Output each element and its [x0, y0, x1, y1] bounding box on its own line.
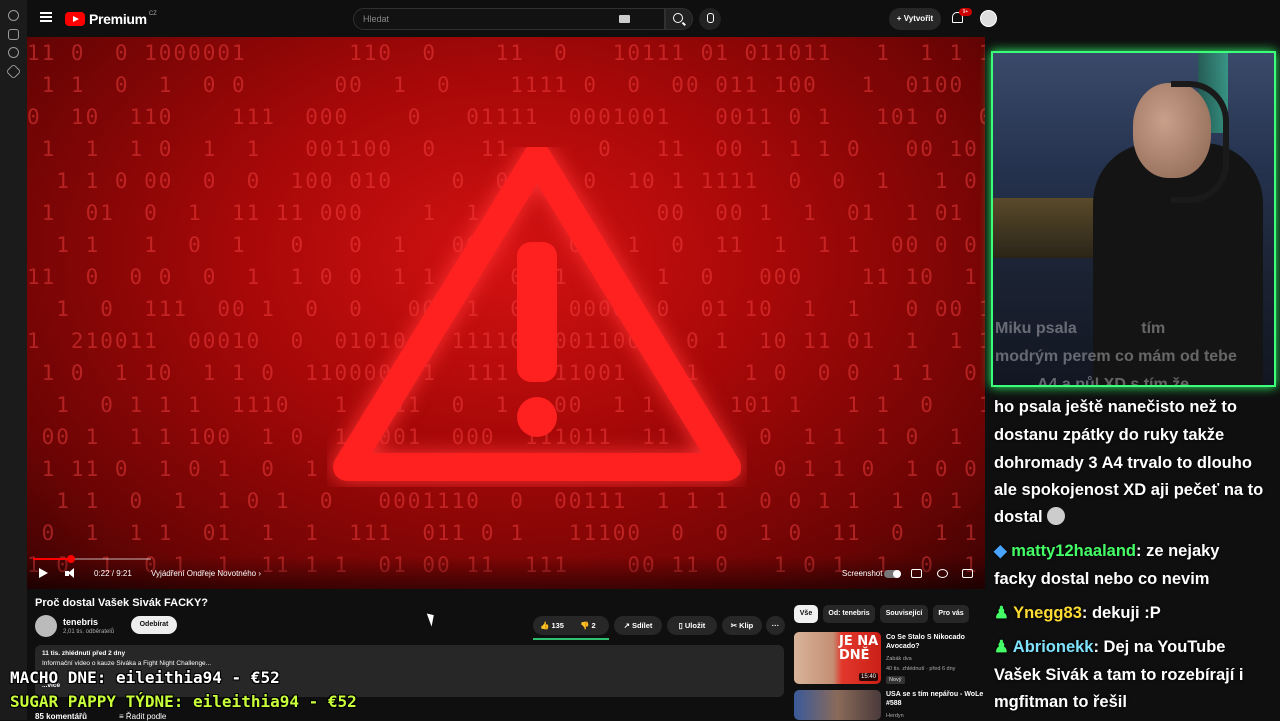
related-meta: 40 tis. zhlédnutí · před 6 dny [886, 666, 956, 672]
mouse-cursor [426, 611, 438, 627]
clip-label: Klip [739, 621, 754, 630]
dislike-count: 2 [591, 621, 596, 630]
avatar[interactable] [980, 10, 997, 27]
channel-avatar[interactable] [35, 615, 57, 637]
related-thumbnail[interactable]: JE NA DNĚ 15:40 [794, 632, 881, 684]
video-duration: 15:40 [858, 673, 878, 681]
save-button[interactable]: ▯ Uložit [667, 616, 717, 635]
chapter-button[interactable]: Vyjádření Ondřeje Novotného › [151, 569, 261, 578]
sugar-pappy-overlay: SUGAR PAPPY TÝDNE: eileithia94 - €52 [10, 692, 357, 711]
channel-subscribers: 2,01 tis. odběratelů [63, 629, 115, 635]
related-title[interactable]: USA se s tím nepářou - WoLe #588 [886, 690, 986, 708]
webcam-caption: Miku psala [995, 320, 1077, 337]
youtube-play-icon [65, 12, 85, 26]
like-dislike-group: 👍 135 👎 2 [533, 616, 609, 635]
youtube-logo[interactable]: Premium CZ [65, 11, 157, 27]
progress-scrubber[interactable] [67, 555, 75, 563]
more-actions-button[interactable]: ··· [766, 616, 785, 635]
star-icon[interactable] [5, 63, 22, 80]
badge-icon: ♟ [994, 638, 1009, 656]
chat-message: ◆ matty12haaland: ze nejaky [994, 537, 1219, 565]
chat-message: ♟ Abrionekk: Dej na YouTube [994, 633, 1225, 661]
webcam-caption: A4 a půl XD s tím že [1037, 376, 1190, 387]
webcam-caption: modrým perem co mám od tebe [995, 348, 1237, 365]
related-channel: Zabák dva [886, 656, 912, 662]
description-stats: 11 tis. zhlédnutí před 2 dny [42, 650, 126, 657]
warning-icon [333, 147, 741, 481]
badge-icon: ♟ [994, 604, 1009, 622]
chat-text: : dekuji :P [1081, 604, 1161, 622]
chip-related[interactable]: Související [880, 605, 928, 623]
chat-line: Vašek Sivák a tam to rozebírají i [994, 666, 1244, 684]
related-channel: Herdyn [886, 713, 904, 719]
subscribe-button[interactable]: Odebírat [131, 616, 177, 634]
chat-line: dostal [994, 503, 1066, 531]
chat-line: mgfitman to řešil [994, 693, 1127, 711]
notification-badge: 9+ [959, 8, 972, 16]
thumbnail-text: DNĚ [839, 648, 870, 663]
chat-text: : ze nejaky [1136, 542, 1220, 560]
chip-for-you[interactable]: Pro vás [933, 605, 969, 623]
chat-text: dostal [994, 508, 1043, 526]
screenshot-toggle[interactable] [884, 570, 901, 578]
badge-icon: ◆ [994, 542, 1007, 560]
chip-from-channel[interactable]: Od: tenebris [823, 605, 875, 623]
channel-name[interactable]: tenebris [63, 617, 98, 627]
like-button[interactable]: 👍 135 [540, 616, 564, 635]
screenshot-label: Screenshot [842, 569, 883, 578]
video-player[interactable]: 11 0 0 1000001 110 0 11 0 10111 01 01101… [27, 37, 985, 589]
chip-all[interactable]: Vše [794, 605, 818, 623]
youtube-topbar: Premium CZ Hledat + Vytvořit 9+ [27, 0, 1012, 37]
description-line: Informační video o kauze Siváka a Fight … [42, 660, 212, 667]
create-button[interactable]: + Vytvořit [889, 8, 941, 30]
chat-username[interactable]: Abrionekk [1013, 638, 1094, 656]
volume-icon[interactable] [65, 568, 77, 579]
chat-line: ho psala ještě nanečisto než to [994, 398, 1237, 416]
chat-text: : Dej na YouTube [1093, 638, 1226, 656]
new-badge: Nový [886, 676, 905, 684]
settings-icon[interactable] [937, 569, 948, 578]
create-label: Vytvořit [903, 14, 934, 23]
progress-fill [33, 558, 71, 560]
history-icon[interactable] [8, 47, 19, 58]
microphone-icon[interactable] [699, 8, 721, 30]
share-button[interactable]: ↗ Sdílet [614, 616, 662, 635]
home-icon[interactable] [8, 10, 19, 21]
tabs-icon[interactable] [8, 29, 19, 40]
keyboard-icon[interactable] [619, 15, 630, 23]
webcam-overlay: Miku psala tím modrým perem co mám od te… [991, 51, 1276, 387]
save-label: Uložit [684, 621, 706, 630]
video-title: Proč dostal Vašek Sivák FACKY? [35, 597, 209, 609]
clip-button[interactable]: ✂ Klip [722, 616, 762, 635]
chat-message: ♟ Ynegg83: dekuji :P [994, 599, 1161, 627]
monitor-glow [993, 198, 1103, 258]
menu-icon[interactable] [40, 12, 52, 22]
thumbnail-text: JE NA [839, 634, 879, 649]
chat-line: dostanu zpátky do ruky takže [994, 426, 1225, 444]
chat-line: ale spokojenost XD aji pečeť na to [994, 481, 1264, 499]
dislike-button[interactable]: 👎 2 [580, 616, 596, 635]
like-count: 135 [551, 621, 564, 630]
chat-username[interactable]: Ynegg83 [1013, 604, 1082, 622]
play-icon[interactable] [39, 568, 48, 578]
time-display: 0:22 / 9:21 [94, 569, 132, 578]
macho-dne-overlay: MACHO DNE: eileithia94 - €52 [10, 668, 280, 687]
chat-line: dohromady 3 A4 trvalo to dlouho [994, 454, 1252, 472]
webcam-caption: tím [1141, 320, 1166, 337]
chat-username[interactable]: matty12haaland [1011, 542, 1136, 560]
share-label: Sdílet [631, 621, 653, 630]
miniplayer-icon[interactable] [962, 569, 973, 578]
logo-text: Premium [89, 11, 147, 27]
related-title[interactable]: Co Se Stalo S Nikocado Avocado? [886, 633, 986, 651]
headphones-icon [1171, 81, 1229, 203]
related-thumbnail[interactable] [794, 690, 881, 720]
browser-sidebar [0, 0, 27, 720]
logo-region: CZ [148, 11, 157, 17]
subtitles-icon[interactable] [911, 569, 922, 578]
like-ratio-bar [533, 638, 609, 640]
chapter-label: Vyjádření Ondřeje Novotného [151, 569, 257, 578]
search-button[interactable] [665, 8, 693, 30]
emote-icon [1047, 507, 1066, 525]
chat-line: facky dostal nebo co nevim [994, 570, 1210, 588]
